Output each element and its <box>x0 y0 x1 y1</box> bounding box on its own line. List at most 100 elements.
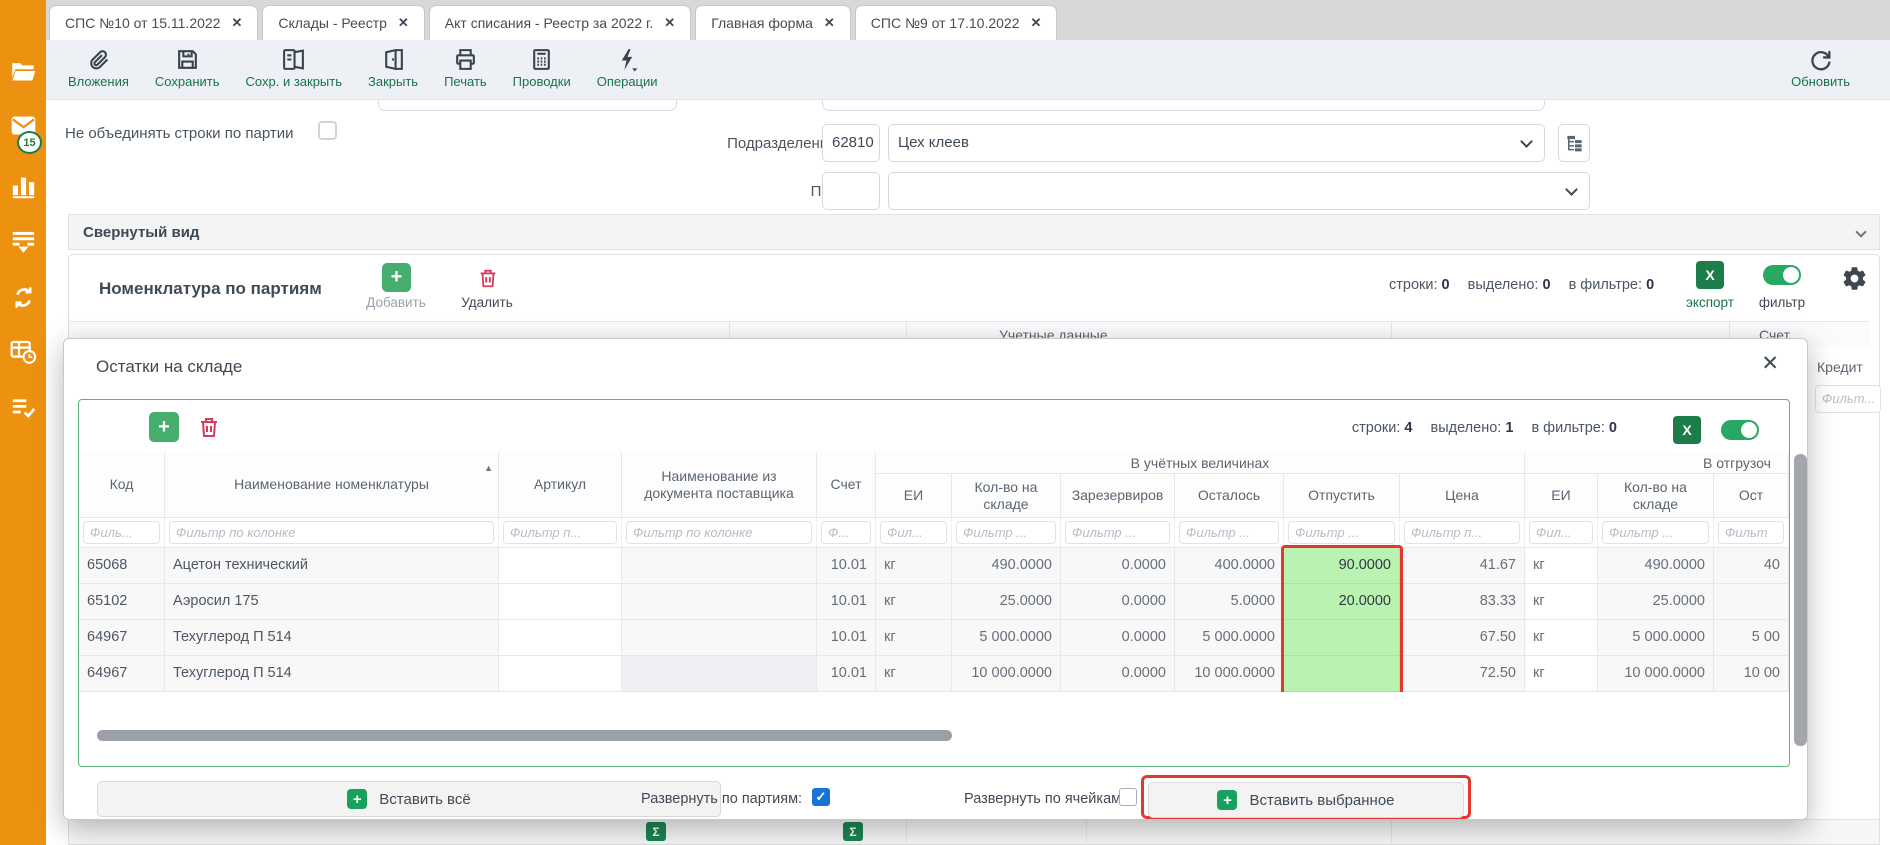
table-cell[interactable]: 65102 <box>79 584 165 620</box>
refresh-button[interactable]: Обновить <box>1791 47 1850 89</box>
table-cell[interactable]: 490.0000 <box>952 548 1061 584</box>
column-header-4[interactable]: Счет <box>817 452 876 518</box>
table-cell[interactable] <box>1714 584 1789 620</box>
table-cell[interactable]: 490.0000 <box>1598 548 1714 584</box>
table-cell[interactable]: Аэросил 175 <box>165 584 499 620</box>
expand-cells-checkbox[interactable] <box>1119 788 1137 806</box>
tab-1[interactable]: Склады - Реестр✕ <box>262 5 424 40</box>
toolbar-paperclip-button[interactable]: Вложения <box>68 47 129 89</box>
close-icon[interactable]: ✕ <box>398 15 409 31</box>
add-row-button[interactable]: + <box>382 263 411 292</box>
project-combo[interactable] <box>888 172 1590 210</box>
table-cell[interactable]: кг <box>1525 620 1598 656</box>
table-cell[interactable]: кг <box>876 548 952 584</box>
sum-button[interactable]: Σ <box>843 822 863 841</box>
table-cell[interactable]: 0.0000 <box>1061 656 1175 692</box>
filter-toggle[interactable] <box>1721 420 1759 440</box>
toolbar-save-button[interactable]: Сохранить <box>155 47 220 89</box>
table-cell[interactable]: 10 000.0000 <box>1175 656 1284 692</box>
table-cell[interactable]: 10 000.0000 <box>1598 656 1714 692</box>
close-icon[interactable]: ✕ <box>1761 351 1779 376</box>
filter-input-4[interactable] <box>821 521 871 544</box>
background-filter-input[interactable]: Фильт... <box>1815 385 1881 413</box>
department-combo[interactable]: Цех клеев <box>888 124 1545 162</box>
table-cell[interactable]: кг <box>876 656 952 692</box>
close-icon[interactable]: ✕ <box>824 15 835 31</box>
filter-input-10[interactable] <box>1404 521 1520 544</box>
table-cell[interactable]: 10.01 <box>817 548 876 584</box>
tab-2[interactable]: Акт списания - Реестр за 2022 г.✕ <box>429 5 691 40</box>
table-cell[interactable]: 10.01 <box>817 620 876 656</box>
column-header-0[interactable]: Код <box>79 452 165 518</box>
column-header-5[interactable]: ЕИ <box>876 474 952 518</box>
table-cell[interactable]: 41.67 <box>1400 548 1525 584</box>
filter-toggle[interactable] <box>1763 265 1801 285</box>
table-cell[interactable]: 5.0000 <box>1175 584 1284 620</box>
toolbar-calculator-button[interactable]: Проводки <box>513 47 571 89</box>
table-cell[interactable]: 400.0000 <box>1175 548 1284 584</box>
column-header-9[interactable]: Отпустить <box>1284 474 1400 518</box>
filter-input-1[interactable] <box>169 521 494 544</box>
column-header-8[interactable]: Осталось <box>1175 474 1284 518</box>
vertical-scrollbar[interactable] <box>1794 454 1807 746</box>
toolbar-printer-button[interactable]: Печать <box>444 47 487 89</box>
table-cell[interactable]: кг <box>876 620 952 656</box>
table-cell[interactable]: 90.0000 <box>1284 548 1400 584</box>
column-header-11[interactable]: ЕИ <box>1525 474 1598 518</box>
table-cell[interactable]: 10.01 <box>817 584 876 620</box>
table-cell[interactable]: 5 00 <box>1714 620 1789 656</box>
table-cell[interactable]: 64967 <box>79 620 165 656</box>
table-cell[interactable] <box>622 548 817 584</box>
column-header-7[interactable]: Зарезервиров <box>1061 474 1175 518</box>
tab-0[interactable]: СПС №10 от 15.11.2022✕ <box>49 5 258 40</box>
filter-input-3[interactable] <box>626 521 812 544</box>
department-code-field[interactable]: 62810 <box>822 124 880 162</box>
column-header-10[interactable]: Цена <box>1400 474 1525 518</box>
filter-input-9[interactable] <box>1288 521 1395 544</box>
table-cell[interactable]: кг <box>876 584 952 620</box>
filter-input-11[interactable] <box>1529 521 1593 544</box>
filter-input-12[interactable] <box>1602 521 1709 544</box>
table-cell[interactable] <box>1284 656 1400 692</box>
gear-icon[interactable] <box>1841 265 1868 292</box>
table-cell[interactable]: 20.0000 <box>1284 584 1400 620</box>
horizontal-scrollbar[interactable] <box>97 730 952 741</box>
excel-export-button[interactable]: X <box>1673 416 1701 444</box>
filter-input-5[interactable] <box>880 521 947 544</box>
toolbar-lightning-button[interactable]: Операции <box>597 47 658 89</box>
column-header-3[interactable]: Наименование из документа поставщика <box>622 452 817 518</box>
table-cell[interactable]: 25.0000 <box>1598 584 1714 620</box>
table-cell[interactable]: 25.0000 <box>952 584 1061 620</box>
tab-4[interactable]: СПС №9 от 17.10.2022✕ <box>855 5 1058 40</box>
table-cell[interactable]: 5 000.0000 <box>952 620 1061 656</box>
sync-icon[interactable] <box>10 284 37 311</box>
table-cell[interactable] <box>499 620 622 656</box>
excel-export-button[interactable]: X <box>1696 261 1724 289</box>
table-cell[interactable]: Техуглерод П 514 <box>165 656 499 692</box>
expand-batches-checkbox[interactable]: ✓ <box>812 788 830 806</box>
table-cell[interactable]: 65068 <box>79 548 165 584</box>
table-cell[interactable]: 67.50 <box>1400 620 1525 656</box>
close-icon[interactable]: ✕ <box>1031 15 1042 31</box>
table-cell[interactable]: 64967 <box>79 656 165 692</box>
delete-row-button[interactable] <box>473 263 502 292</box>
table-cell[interactable]: 83.33 <box>1400 584 1525 620</box>
delete-row-button[interactable] <box>197 415 221 439</box>
toolbar-save-close-button[interactable]: Сохр. и закрыть <box>246 47 342 89</box>
table-cell[interactable]: 0.0000 <box>1061 548 1175 584</box>
column-header-13[interactable]: Ост <box>1714 474 1789 518</box>
table-cell[interactable] <box>622 620 817 656</box>
table-clock-icon[interactable] <box>10 338 37 365</box>
filter-input-0[interactable] <box>83 521 160 544</box>
column-header-12[interactable]: Кол-во на складе <box>1598 474 1714 518</box>
filter-input-2[interactable] <box>503 521 617 544</box>
filter-input-7[interactable] <box>1065 521 1170 544</box>
filter-input-13[interactable] <box>1718 521 1784 544</box>
insert-all-button[interactable]: + Вставить всё <box>97 781 721 817</box>
report-download-icon[interactable] <box>10 228 37 255</box>
table-cell[interactable]: 10.01 <box>817 656 876 692</box>
column-header-1[interactable]: Наименование номенклатуры▲ <box>165 452 499 518</box>
table-cell[interactable] <box>499 656 622 692</box>
filter-input-6[interactable] <box>956 521 1056 544</box>
table-cell[interactable] <box>1284 620 1400 656</box>
